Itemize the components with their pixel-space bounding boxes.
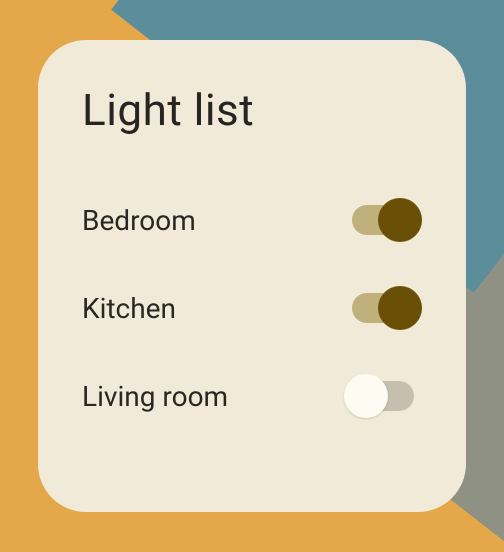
light-row-living-room: Living room xyxy=(82,352,422,440)
toggle-thumb xyxy=(378,198,422,242)
wallpaper: Light list Bedroom Kitchen Living room xyxy=(0,0,504,552)
light-list-card: Light list Bedroom Kitchen Living room xyxy=(38,40,466,512)
toggle-living-room[interactable] xyxy=(344,370,422,422)
room-label: Bedroom xyxy=(82,204,196,237)
toggle-thumb xyxy=(378,286,422,330)
card-title: Light list xyxy=(82,84,422,136)
toggle-kitchen[interactable] xyxy=(344,282,422,334)
room-label: Living room xyxy=(82,380,228,413)
toggle-thumb xyxy=(344,374,388,418)
toggle-bedroom[interactable] xyxy=(344,194,422,246)
light-row-bedroom: Bedroom xyxy=(82,176,422,264)
light-row-kitchen: Kitchen xyxy=(82,264,422,352)
room-label: Kitchen xyxy=(82,292,176,325)
